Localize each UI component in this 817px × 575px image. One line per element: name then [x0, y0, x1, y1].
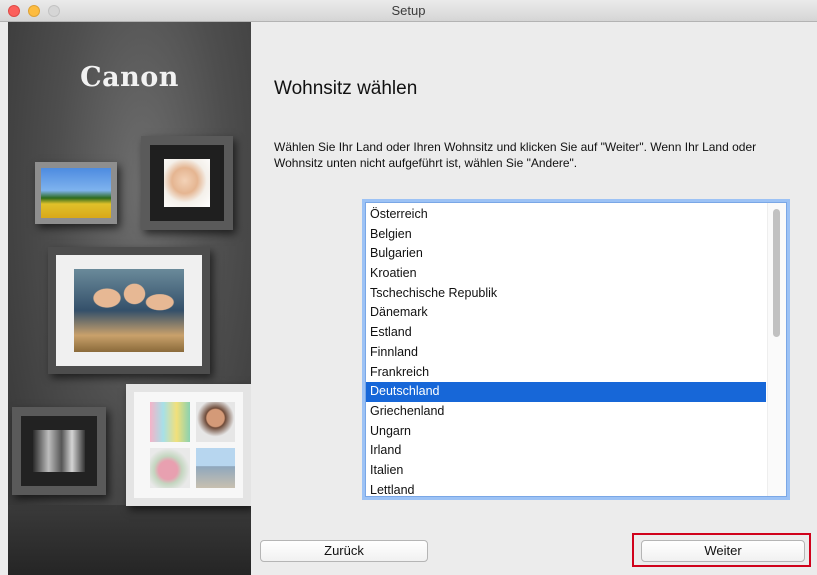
listbox-scrollbar[interactable]: [767, 203, 786, 496]
country-option[interactable]: Ungarn: [366, 422, 766, 442]
country-option[interactable]: Tschechische Republik: [366, 284, 766, 304]
sidebar-floor: [8, 505, 251, 575]
country-option[interactable]: Finnland: [366, 343, 766, 363]
photo-frame-bw: [12, 407, 106, 495]
scrollbar-thumb[interactable]: [773, 209, 780, 337]
photo-frame-family: [48, 247, 210, 374]
back-button[interactable]: Zurück: [260, 540, 428, 562]
country-option[interactable]: Österreich: [366, 205, 766, 225]
country-option[interactable]: Griechenland: [366, 402, 766, 422]
photo-frame-collage: [126, 384, 251, 506]
country-option[interactable]: Frankreich: [366, 363, 766, 383]
instructions-text: Wählen Sie Ihr Land oder Ihren Wohnsitz …: [274, 140, 757, 170]
window-title: Setup: [391, 3, 426, 18]
main-content: Wohnsitz wählen Wählen Sie Ihr Land oder…: [251, 22, 817, 575]
country-list[interactable]: Österreich Belgien Bulgarien Kroatien Tschec…: [366, 205, 766, 496]
country-option[interactable]: Kroatien: [366, 264, 766, 284]
page-title: Wohnsitz wählen: [274, 78, 418, 99]
photo-frame-landscape: [35, 162, 117, 224]
title-bar: Setup: [0, 0, 817, 22]
country-option[interactable]: Estland: [366, 323, 766, 343]
country-option[interactable]: Belgien: [366, 225, 766, 245]
country-option[interactable]: Bulgarien: [366, 244, 766, 264]
photo-frame-baby: [141, 136, 233, 230]
country-listbox[interactable]: Österreich Belgien Bulgarien Kroatien Tschec…: [365, 202, 787, 497]
country-option[interactable]: Deutschland: [366, 382, 766, 402]
setup-window: Setup Canon Wohnsitz wählen Wählen Sie I…: [0, 0, 817, 575]
country-option[interactable]: Dänemark: [366, 303, 766, 323]
next-button[interactable]: Weiter: [641, 540, 805, 562]
country-option[interactable]: Italien: [366, 461, 766, 481]
country-option[interactable]: Lettland: [366, 481, 766, 496]
canon-logo: Canon: [80, 62, 179, 93]
country-option[interactable]: Irland: [366, 441, 766, 461]
sidebar-artwork: Canon: [8, 22, 251, 575]
